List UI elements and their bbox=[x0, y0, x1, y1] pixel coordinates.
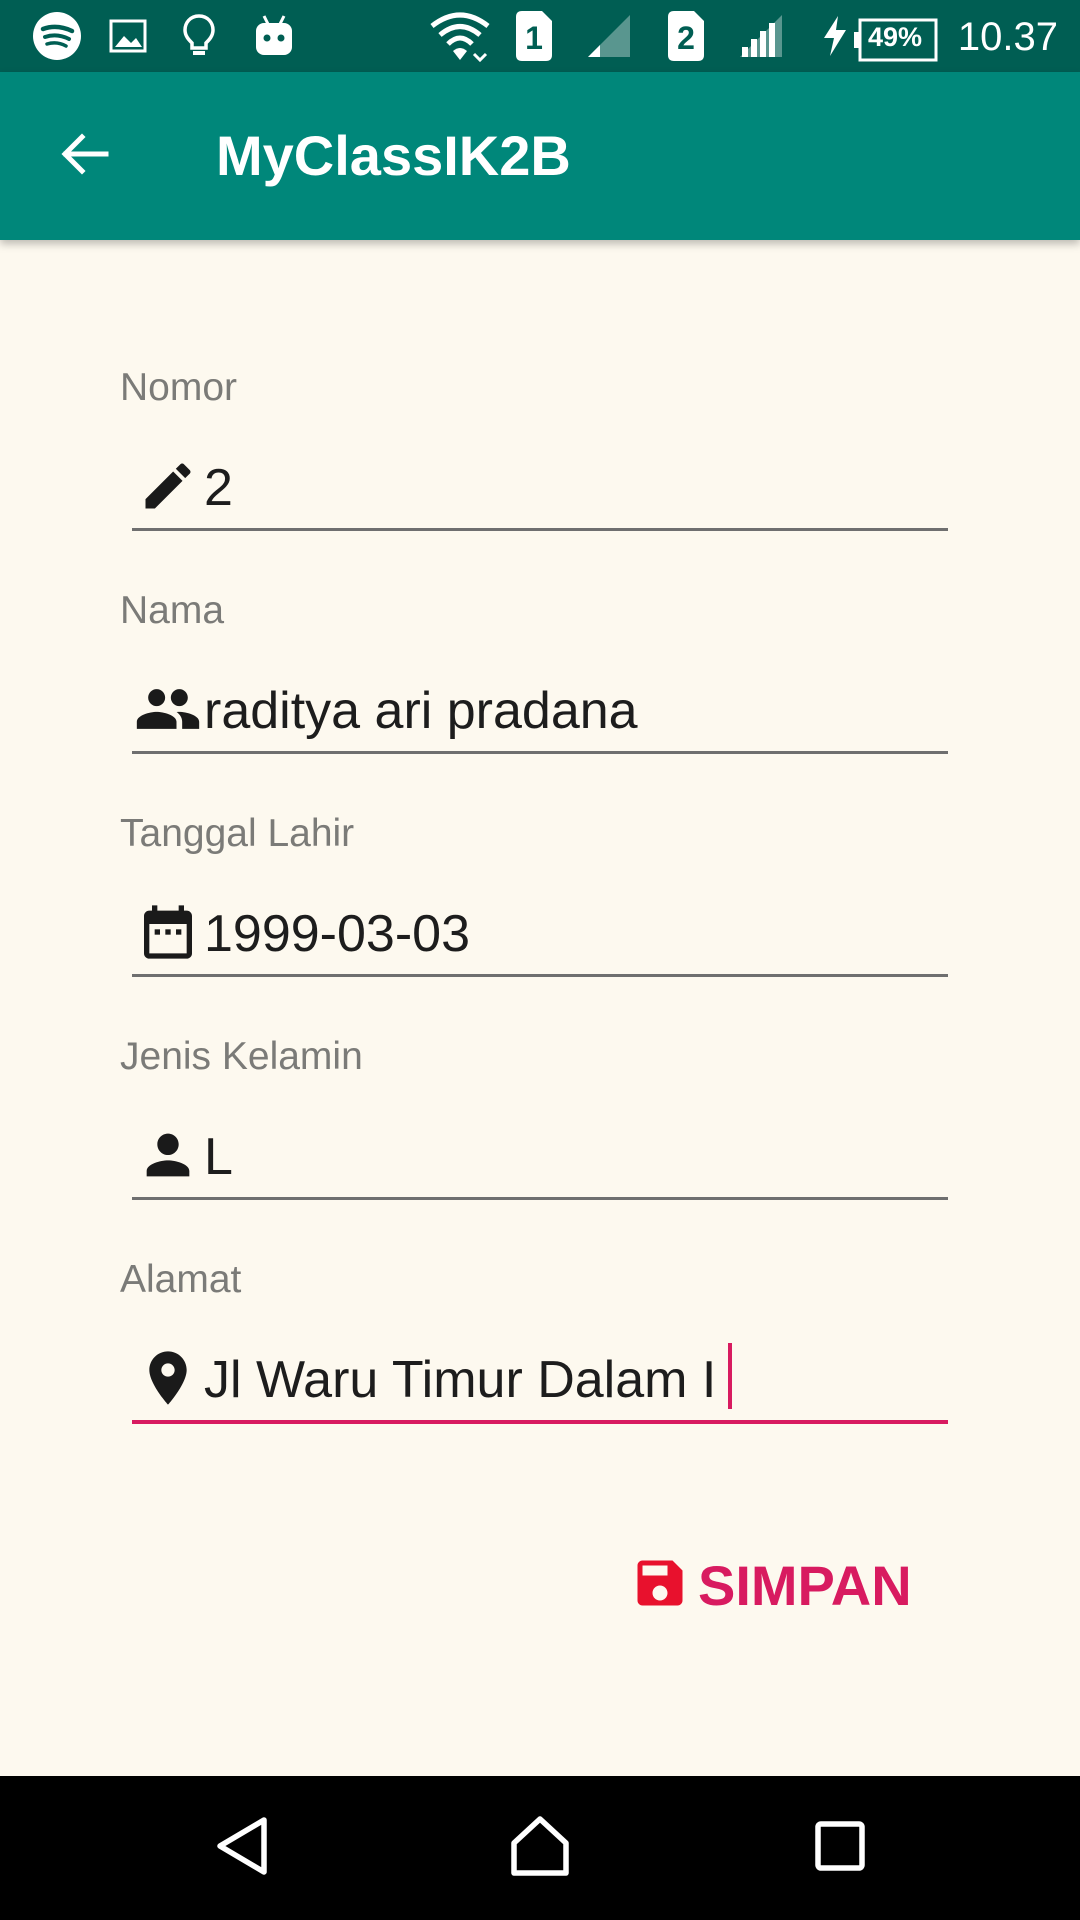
status-bar: 1 2 49% 10.37 bbox=[0, 0, 1080, 72]
signal-sim1-icon bbox=[584, 10, 634, 62]
lightbulb-icon bbox=[182, 10, 216, 62]
tanggal-lahir-label: Tanggal Lahir bbox=[120, 812, 355, 855]
nav-home-button[interactable] bbox=[490, 1798, 590, 1898]
text-cursor bbox=[728, 1343, 733, 1409]
wifi-icon bbox=[430, 10, 490, 62]
alamat-value-wrap: Jl Waru Timur Dalam I bbox=[204, 1336, 733, 1420]
clock: 10.37 bbox=[957, 15, 1058, 59]
android-icon bbox=[254, 10, 294, 62]
location-pin-icon bbox=[132, 1342, 204, 1414]
jenis-kelamin-label: Jenis Kelamin bbox=[120, 1035, 363, 1078]
nomor-value: 2 bbox=[204, 459, 233, 517]
jenis-kelamin-value: L bbox=[204, 1128, 233, 1186]
nama-label: Nama bbox=[120, 589, 225, 632]
svg-text:1: 1 bbox=[525, 20, 543, 56]
signal-sim2-icon bbox=[736, 10, 786, 62]
battery-indicator: 49% bbox=[854, 14, 938, 66]
home-icon bbox=[508, 1815, 572, 1882]
sim1-badge: 1 bbox=[516, 10, 552, 62]
jenis-kelamin-field[interactable]: L bbox=[132, 1113, 948, 1200]
spotify-icon bbox=[32, 10, 82, 62]
save-button[interactable]: SIMPAN bbox=[630, 1540, 930, 1630]
image-icon bbox=[108, 10, 148, 62]
save-label: SIMPAN bbox=[698, 1553, 912, 1617]
nama-field[interactable]: raditya ari pradana bbox=[132, 667, 948, 754]
person-icon bbox=[132, 1119, 204, 1191]
charging-bolt-icon bbox=[820, 10, 850, 62]
battery-percent: 49% bbox=[868, 22, 923, 52]
system-nav-bar bbox=[0, 1776, 1080, 1920]
back-button[interactable] bbox=[36, 108, 132, 204]
alamat-field[interactable]: Jl Waru Timur Dalam I bbox=[132, 1336, 948, 1424]
page-title: MyClassIK2B bbox=[216, 124, 571, 187]
alamat-label: Alamat bbox=[120, 1258, 242, 1301]
nama-value: raditya ari pradana bbox=[204, 682, 638, 740]
sim2-badge: 2 bbox=[668, 10, 704, 62]
app-toolbar: MyClassIK2B bbox=[0, 72, 1080, 240]
pencil-icon bbox=[132, 450, 204, 522]
nav-recents-button[interactable] bbox=[790, 1798, 890, 1898]
arrow-back-icon bbox=[58, 128, 110, 185]
recents-icon bbox=[814, 1820, 866, 1877]
back-triangle-icon bbox=[214, 1816, 270, 1881]
nav-back-button[interactable] bbox=[192, 1798, 292, 1898]
svg-text:2: 2 bbox=[677, 20, 695, 56]
people-icon bbox=[132, 673, 204, 745]
calendar-icon bbox=[132, 896, 204, 968]
tanggal-lahir-field[interactable]: 1999-03-03 bbox=[132, 890, 948, 977]
nomor-label: Nomor bbox=[120, 366, 238, 409]
alamat-value: Jl Waru Timur Dalam I bbox=[204, 1351, 717, 1409]
tanggal-lahir-value: 1999-03-03 bbox=[204, 905, 470, 963]
nomor-field[interactable]: 2 bbox=[132, 444, 948, 531]
floppy-disk-icon bbox=[630, 1553, 690, 1618]
